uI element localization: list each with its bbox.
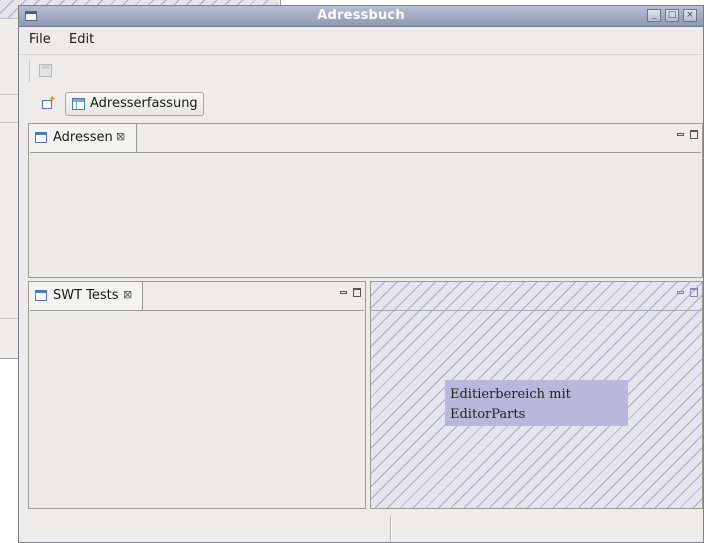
tab-label: Adressen <box>53 130 113 145</box>
minimize-view-icon[interactable] <box>340 291 347 294</box>
maximize-view-icon[interactable] <box>690 130 698 139</box>
swt-tests-content <box>30 310 364 507</box>
menu-bar: File Edit <box>19 27 703 52</box>
perspective-bar: ✦ Adresserfassung <box>19 88 703 120</box>
menu-edit[interactable]: Edit <box>69 32 94 47</box>
editor-area[interactable]: Editierbereich mit EditorParts <box>370 281 703 509</box>
perspective-button-adresserfassung[interactable]: Adresserfassung <box>65 92 204 116</box>
perspective-label: Adresserfassung <box>90 96 198 111</box>
maximize-editor-icon[interactable] <box>690 288 698 297</box>
toolbar-separator <box>29 60 30 82</box>
main-window: Adressbuch _ □ × File Edit ✦ Adresserfas… <box>18 5 704 543</box>
minimize-editor-icon[interactable] <box>677 291 684 294</box>
maximize-button[interactable]: □ <box>665 9 679 22</box>
title-bar[interactable]: Adressbuch _ □ × <box>19 6 703 27</box>
open-perspective-icon[interactable]: ✦ <box>42 94 56 110</box>
perspective-table-icon <box>72 98 85 110</box>
editor-note: Editierbereich mit EditorParts <box>445 380 628 426</box>
adressen-content <box>30 152 701 276</box>
menu-file[interactable]: File <box>29 32 51 47</box>
view-window-icon <box>35 132 47 143</box>
toolbar <box>19 54 703 85</box>
save-icon[interactable] <box>39 64 52 77</box>
editor-note-line: EditorParts <box>450 407 526 422</box>
close-tab-icon[interactable]: ⊠ <box>123 288 132 301</box>
minimize-button[interactable]: _ <box>647 9 661 22</box>
view-adressen: Adressen ⊠ <box>28 123 703 278</box>
close-window-button[interactable]: × <box>683 9 697 22</box>
close-tab-icon[interactable]: ⊠ <box>116 130 125 143</box>
minimize-view-icon[interactable] <box>677 133 684 136</box>
tab-adressen[interactable]: Adressen ⊠ <box>29 124 137 152</box>
tab-swt-tests[interactable]: SWT Tests ⊠ <box>29 282 143 310</box>
editor-note-line: Editierbereich mit <box>450 387 571 402</box>
view-swt-tests: SWT Tests ⊠ <box>28 281 366 509</box>
maximize-view-icon[interactable] <box>353 288 361 297</box>
tab-label: SWT Tests <box>53 288 119 303</box>
view-window-icon <box>35 290 47 301</box>
status-bar <box>19 512 703 542</box>
editor-header <box>371 282 702 311</box>
status-separator <box>390 516 392 542</box>
window-title: Adressbuch <box>317 8 405 23</box>
